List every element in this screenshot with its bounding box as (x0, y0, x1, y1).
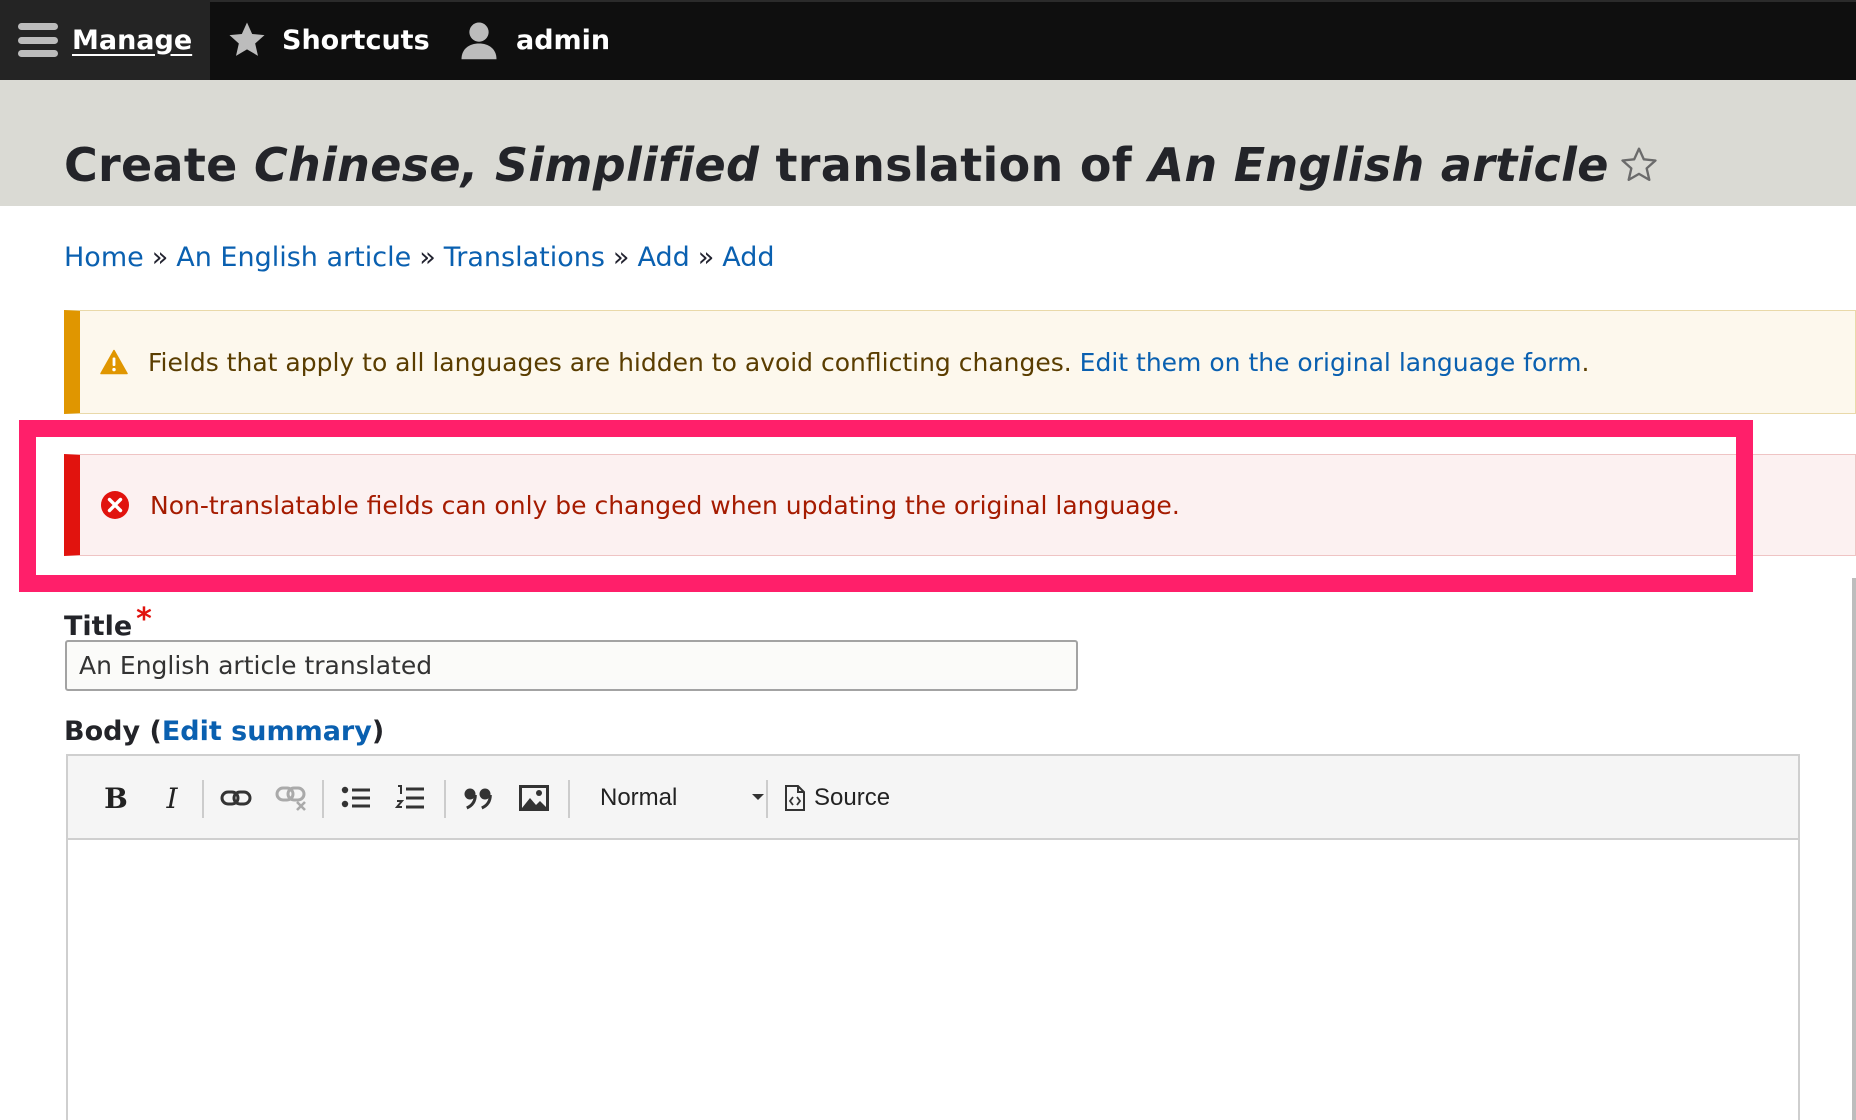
toolbar-separator (202, 780, 204, 818)
editor-content-area[interactable] (68, 840, 1798, 1120)
star-icon (229, 22, 265, 56)
warning-message: Fields that apply to all languages are h… (64, 310, 1856, 414)
edit-original-link[interactable]: Edit them on the original language form (1080, 348, 1582, 377)
title-label-text: Title (64, 611, 133, 642)
title-input[interactable] (65, 640, 1078, 691)
warning-text: Fields that apply to all languages are h… (148, 348, 1589, 377)
toolbar-separator (568, 780, 570, 818)
italic-button[interactable]: I (150, 776, 194, 820)
warning-text-end: . (1581, 347, 1590, 377)
source-button[interactable]: Source (784, 778, 890, 818)
bulleted-list-icon (341, 786, 370, 808)
numbered-list-button[interactable] (388, 776, 432, 820)
scrollbar-edge (1852, 578, 1856, 1120)
title-mid: translation of (775, 138, 1133, 192)
breadcrumb: Home» An English article» Translations» Add… (64, 242, 775, 273)
toolbar-separator (766, 780, 768, 818)
image-icon (519, 785, 549, 811)
breadcrumb-separator: » (697, 242, 715, 273)
format-dropdown[interactable]: Normal (588, 778, 778, 818)
blockquote-icon (464, 788, 492, 810)
source-label: Source (814, 784, 891, 811)
format-value: Normal (600, 784, 678, 811)
title-label: Title * (64, 602, 152, 642)
menu-icon (18, 23, 58, 57)
breadcrumb-home[interactable]: Home (64, 242, 144, 273)
title-language: Chinese, Simplified (254, 138, 760, 192)
chevron-down-icon (752, 794, 764, 800)
body-label-text: Body (64, 716, 141, 747)
user-tab[interactable]: admin (458, 0, 610, 80)
required-marker: * (136, 602, 152, 637)
body-paren-close: ) (371, 716, 385, 747)
highlight-box (19, 420, 1753, 592)
shortcuts-label: Shortcuts (282, 24, 430, 56)
breadcrumb-separator: » (612, 242, 630, 273)
manage-tab[interactable]: Manage (0, 0, 210, 80)
image-button[interactable] (512, 776, 556, 820)
breadcrumb-add[interactable]: Add (637, 242, 689, 273)
link-button[interactable] (214, 776, 258, 820)
warning-icon (100, 349, 128, 375)
title-node: An English article (1148, 138, 1609, 192)
unlink-icon (275, 786, 306, 811)
breadcrumb-separator: » (151, 242, 169, 273)
toolbar-separator (322, 780, 324, 818)
page-title: Create Chinese, Simplified translation o… (64, 138, 1659, 192)
bulleted-list-button[interactable] (334, 776, 378, 820)
bold-icon: B (104, 781, 128, 815)
shortcut-star-icon[interactable] (1619, 145, 1659, 185)
breadcrumb-article[interactable]: An English article (176, 242, 411, 273)
shortcuts-tab[interactable]: Shortcuts (226, 0, 430, 80)
user-label: admin (516, 24, 611, 56)
breadcrumb-separator: » (419, 242, 436, 273)
warning-text-main: Fields that apply to all languages are h… (148, 347, 1072, 377)
blockquote-button[interactable] (456, 776, 500, 820)
toolbar-separator (444, 780, 446, 818)
admin-toolbar: Manage Shortcuts admin (0, 0, 1856, 80)
manage-label: Manage (72, 24, 193, 56)
unlink-button[interactable] (270, 776, 314, 820)
body-label: Body (Edit summary) (64, 716, 384, 747)
numbered-list-icon (395, 785, 424, 809)
body-paren-open: ( (149, 716, 162, 747)
title-prefix: Create (64, 138, 238, 192)
body-editor: B I Normal Source (66, 754, 1800, 1120)
breadcrumb-add-language[interactable]: Add (722, 242, 774, 273)
edit-summary-link[interactable]: Edit summary (162, 716, 372, 747)
bold-button[interactable]: B (94, 776, 138, 820)
link-icon (220, 790, 252, 806)
italic-icon: I (166, 781, 178, 815)
editor-toolbar: B I Normal Source (68, 756, 1798, 840)
source-icon (785, 785, 805, 811)
page-header: Create Chinese, Simplified translation o… (0, 80, 1856, 206)
user-icon (461, 22, 497, 60)
breadcrumb-translations[interactable]: Translations (444, 242, 605, 273)
